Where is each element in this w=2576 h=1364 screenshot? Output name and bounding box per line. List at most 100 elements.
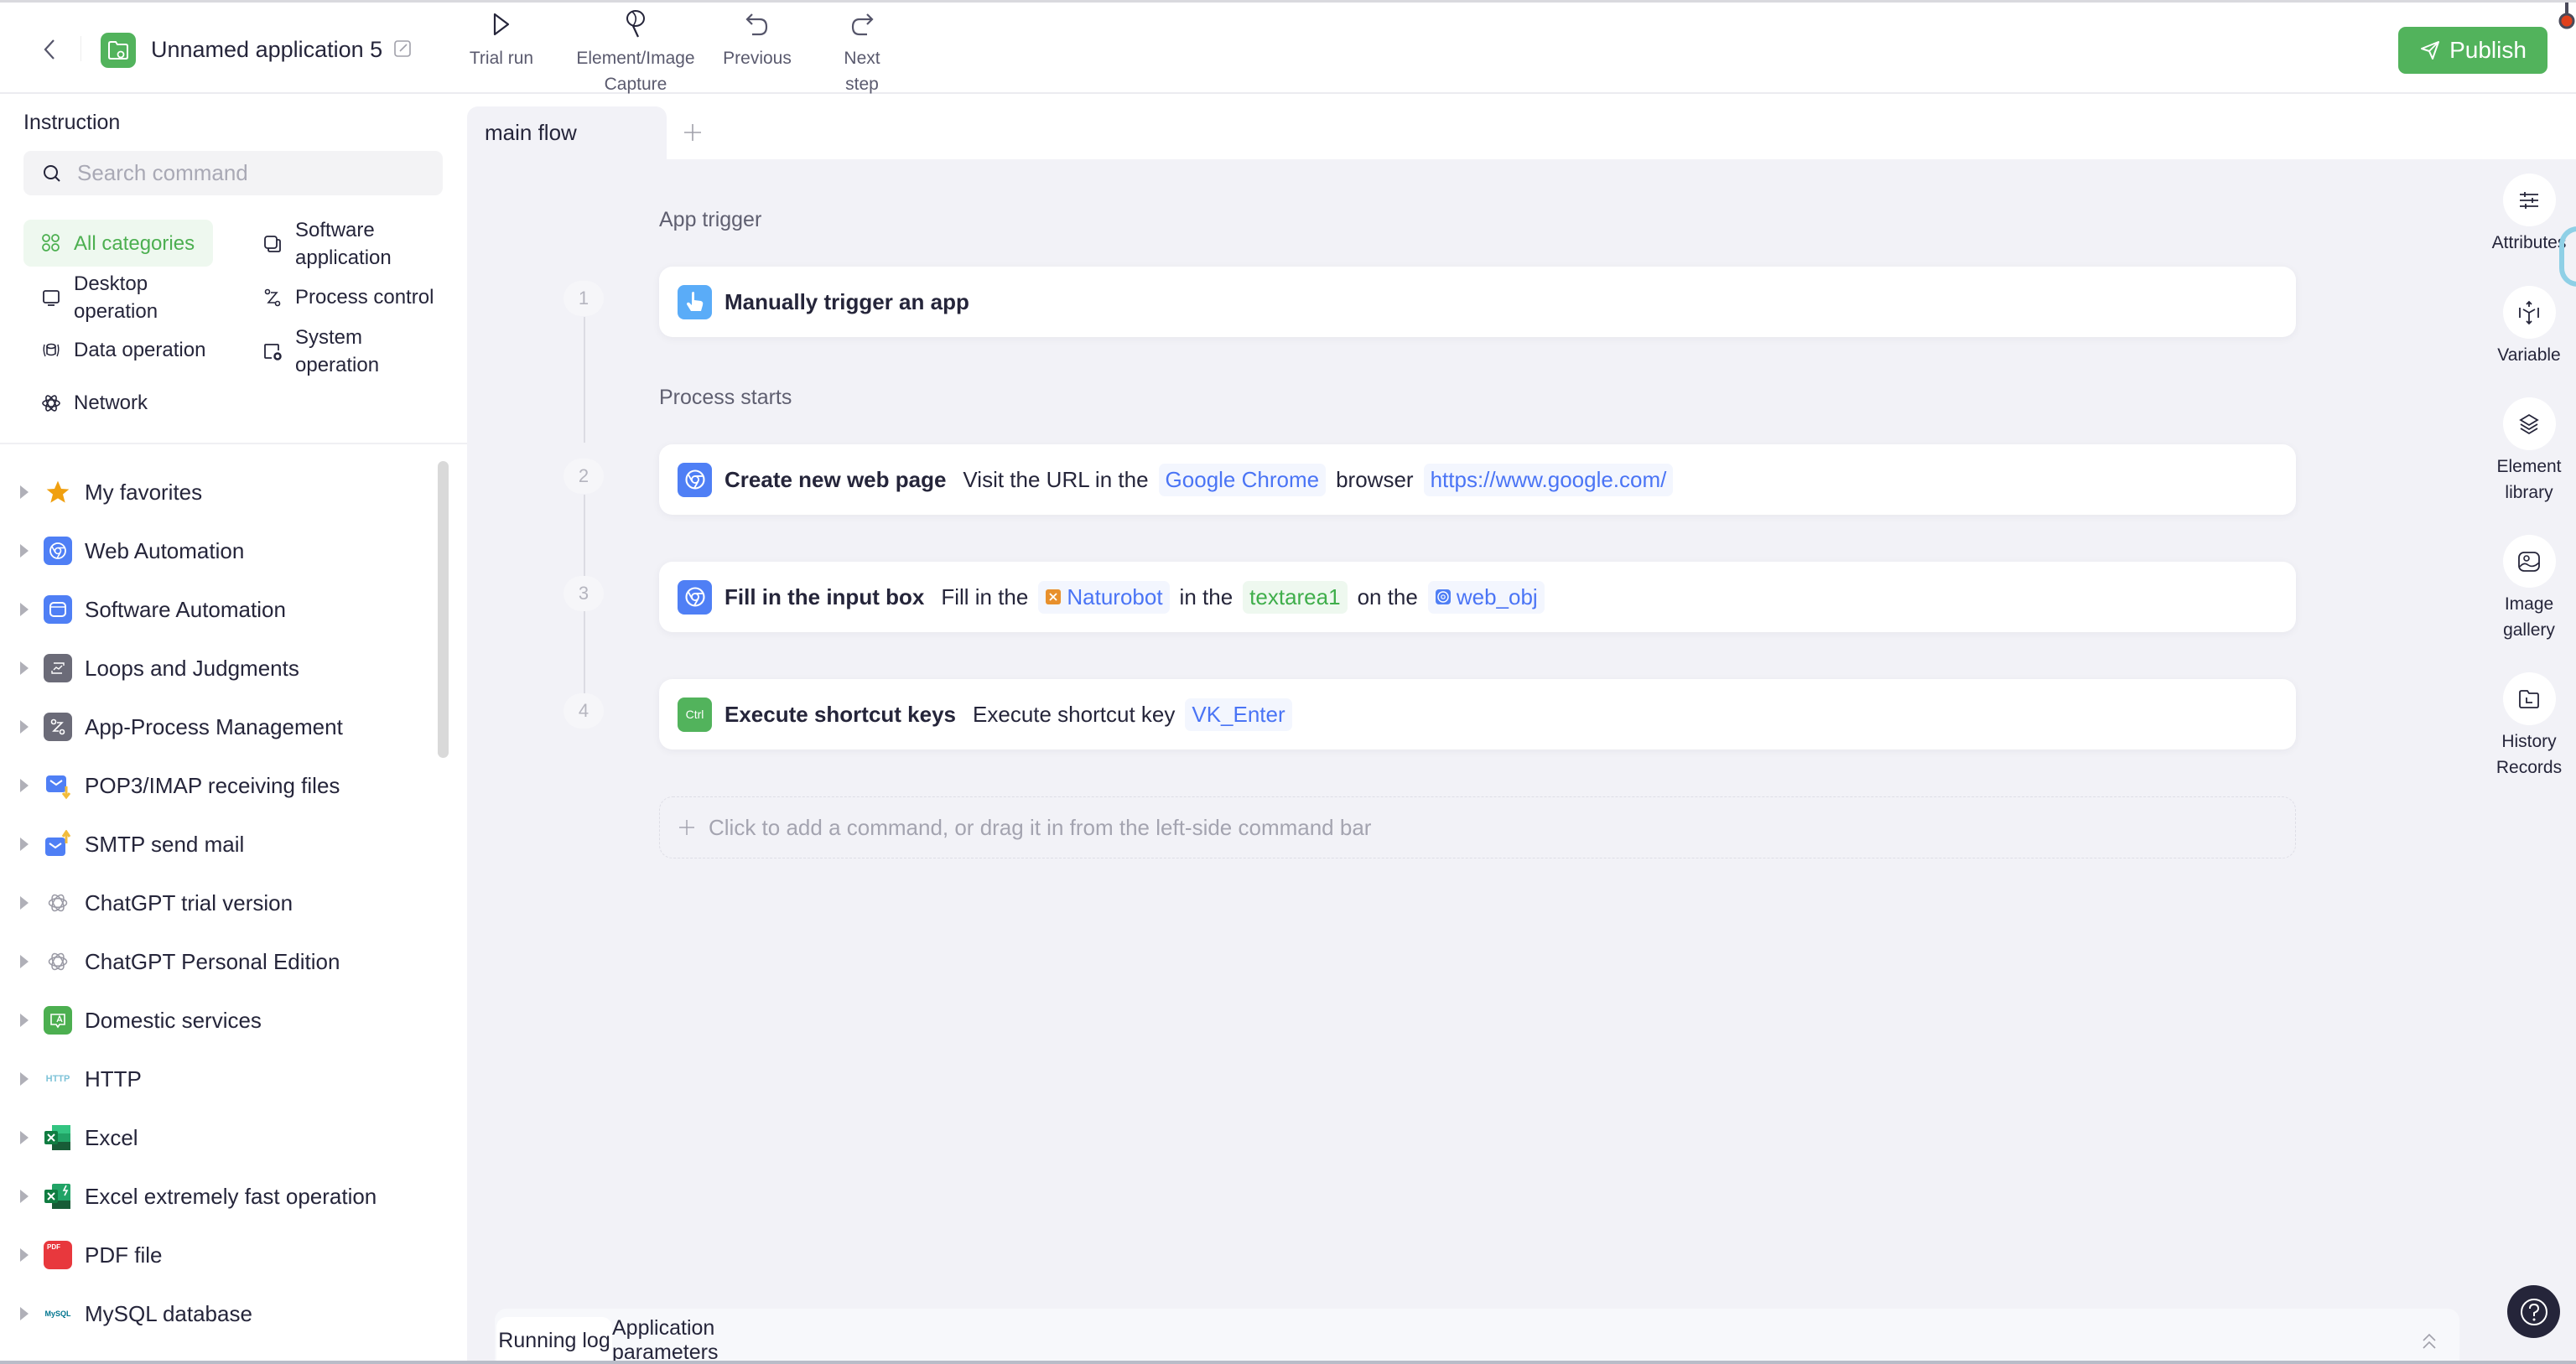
edit-icon xyxy=(394,40,411,57)
back-button[interactable] xyxy=(37,34,62,65)
step-text: Execute shortcut key xyxy=(973,701,1176,727)
shortcut-key-param-chip[interactable]: VK_Enter xyxy=(1185,698,1292,731)
step-card-execute-shortcut-keys[interactable]: Ctrl Execute shortcut keys Execute short… xyxy=(659,679,2296,749)
trial-run-label: Trial run xyxy=(469,49,534,68)
expand-caret-icon[interactable] xyxy=(20,779,29,792)
browser-param-chip[interactable]: Google Chrome xyxy=(1158,463,1327,496)
element-param-chip[interactable]: textarea1 xyxy=(1243,580,1348,614)
rail-history-records-button[interactable]: History Records xyxy=(2482,672,2576,781)
tree-item-my-favorites[interactable]: My favorites xyxy=(0,463,436,521)
tree-item-chatgpt-trial[interactable]: ChatGPT trial version xyxy=(0,874,436,932)
expand-caret-icon[interactable] xyxy=(20,544,29,558)
tree-item-http[interactable]: HTTP HTTP xyxy=(0,1050,436,1108)
expand-caret-icon[interactable] xyxy=(20,720,29,734)
expand-caret-icon[interactable] xyxy=(20,1131,29,1144)
category-all-categories[interactable]: All categories xyxy=(23,220,214,267)
expand-caret-icon[interactable] xyxy=(20,1072,29,1086)
openai-icon xyxy=(44,947,72,976)
search-box[interactable] xyxy=(23,151,443,195)
tree-item-chatgpt-personal[interactable]: ChatGPT Personal Edition xyxy=(0,932,436,991)
expand-caret-icon[interactable] xyxy=(20,603,29,616)
step-number: 3 xyxy=(564,576,604,611)
window-icon xyxy=(44,595,72,624)
sidebar-scrollbar[interactable] xyxy=(438,461,449,758)
rail-element-library-button[interactable]: Element library xyxy=(2482,397,2576,506)
tree-item-label: Domestic services xyxy=(85,1007,262,1033)
expand-caret-icon[interactable] xyxy=(20,1190,29,1203)
step-text: Visit the URL in the xyxy=(963,466,1149,492)
rail-variable-button[interactable]: Variable xyxy=(2482,286,2576,368)
step-text: Fill in the xyxy=(941,583,1029,609)
tree-item-pdf-file[interactable]: PDF PDF file xyxy=(0,1226,436,1284)
category-desktop-operation[interactable]: Desktop operation xyxy=(40,270,225,325)
next-step-button[interactable]: Next step xyxy=(791,8,933,97)
trial-run-button[interactable]: Trial run xyxy=(430,8,573,71)
divider xyxy=(80,36,81,61)
category-network[interactable]: Network xyxy=(40,389,148,417)
step-number: 4 xyxy=(564,693,604,729)
plus-icon xyxy=(684,124,701,141)
search-input[interactable] xyxy=(77,160,413,186)
windows-stack-icon xyxy=(262,233,283,255)
category-data-operation[interactable]: Data operation xyxy=(40,336,205,364)
help-button[interactable] xyxy=(2507,1285,2560,1338)
pdf-icon: PDF xyxy=(44,1241,72,1269)
add-tab-button[interactable] xyxy=(678,116,708,149)
tree-item-app-process-management[interactable]: App-Process Management xyxy=(0,698,436,756)
tree-item-web-automation[interactable]: Web Automation xyxy=(0,521,436,580)
tree-item-label: Software Automation xyxy=(85,596,286,622)
expand-caret-icon[interactable] xyxy=(20,955,29,968)
edit-title-button[interactable] xyxy=(392,39,414,60)
expand-caret-icon[interactable] xyxy=(20,485,29,499)
add-command-row[interactable]: Click to add a command, or drag it in fr… xyxy=(659,796,2296,858)
excel-icon xyxy=(44,1123,72,1152)
timeline-line xyxy=(584,317,585,443)
capture-net-icon xyxy=(626,10,645,38)
expand-caret-icon[interactable] xyxy=(20,1248,29,1262)
expand-caret-icon[interactable] xyxy=(20,661,29,675)
tree-item-loops-and-judgments[interactable]: Loops and Judgments xyxy=(0,639,436,698)
tree-item-label: Excel extremely fast operation xyxy=(85,1183,377,1209)
tree-item-domestic-services[interactable]: Domestic services xyxy=(0,991,436,1050)
step-card-create-web-page[interactable]: Create new web page Visit the URL in the… xyxy=(659,444,2296,515)
mouse-cursor-indicator xyxy=(2559,226,2576,287)
url-param-chip[interactable]: https://www.google.com/ xyxy=(1423,463,1674,496)
sliders-icon xyxy=(2520,191,2538,209)
tree-item-label: My favorites xyxy=(85,479,203,505)
expand-caret-icon[interactable] xyxy=(20,1307,29,1320)
tree-item-mysql-database[interactable]: MySQL MySQL database xyxy=(0,1284,436,1343)
category-software-application[interactable]: Software application xyxy=(262,216,446,272)
tree-item-label: SMTP send mail xyxy=(85,831,245,857)
expand-caret-icon[interactable] xyxy=(20,896,29,910)
category-process-control[interactable]: Process control xyxy=(262,283,434,311)
tree-item-pop3-imap[interactable]: POP3/IMAP receiving files xyxy=(0,756,436,815)
category-system-operation[interactable]: System operation xyxy=(262,324,446,379)
next-step-label: Next step xyxy=(844,49,880,94)
publish-label: Publish xyxy=(2449,37,2527,63)
rail-image-gallery-button[interactable]: Image gallery xyxy=(2482,535,2576,643)
tab-main-flow[interactable]: main flow xyxy=(467,106,667,159)
expand-panel-button[interactable] xyxy=(2415,1329,2444,1354)
tab-running-log[interactable]: Running log xyxy=(496,1317,612,1364)
previous-label: Previous xyxy=(723,49,792,68)
expand-caret-icon[interactable] xyxy=(20,1014,29,1027)
tab-application-parameters[interactable]: Application parameters xyxy=(612,1316,813,1364)
step-title: Fill in the input box xyxy=(724,583,925,609)
mysql-icon: MySQL xyxy=(44,1310,71,1318)
cube-icon xyxy=(2519,300,2539,324)
step-text: on the xyxy=(1357,583,1418,609)
expand-caret-icon[interactable] xyxy=(20,838,29,851)
tree-item-smtp-send-mail[interactable]: SMTP send mail xyxy=(0,815,436,874)
layers-icon xyxy=(2519,413,2539,434)
step-card-fill-input-box[interactable]: Fill in the input box Fill in the Naturo… xyxy=(659,562,2296,632)
web-object-param-chip[interactable]: web_obj xyxy=(1427,580,1545,614)
tree-item-software-automation[interactable]: Software Automation xyxy=(0,580,436,639)
category-label: Data operation xyxy=(74,339,206,361)
tree-item-excel-fast[interactable]: Excel extremely fast operation xyxy=(0,1167,436,1226)
tree-item-excel[interactable]: Excel xyxy=(0,1108,436,1167)
atom-icon xyxy=(40,392,62,414)
publish-button[interactable]: Publish xyxy=(2398,27,2547,74)
step-card-manually-trigger[interactable]: Manually trigger an app xyxy=(659,267,2296,337)
command-tree: My favorites Web Automation Software Aut… xyxy=(0,463,436,1343)
variable-param-chip[interactable]: Naturobot xyxy=(1038,580,1170,614)
